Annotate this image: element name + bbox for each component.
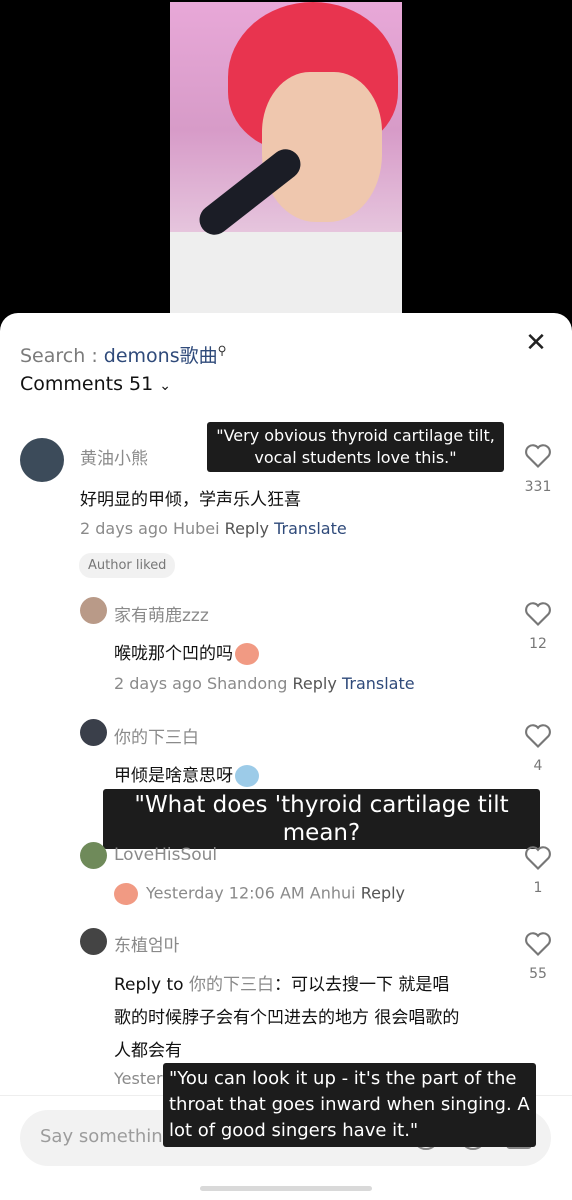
search-query[interactable]: demons歌曲 xyxy=(104,345,218,367)
reply-button[interactable]: Reply xyxy=(225,519,269,538)
like-count: 1 xyxy=(533,880,543,896)
video-subject-shirt xyxy=(170,232,402,322)
comment-input[interactable]: Say something xyxy=(40,1126,174,1147)
emoji-icon xyxy=(235,765,259,787)
comment-username[interactable]: 黄油小熊 xyxy=(80,444,148,469)
video-player[interactable] xyxy=(170,2,402,322)
search-suggestion[interactable]: Search : demons歌曲⚲ xyxy=(20,341,226,368)
comment-text-line1: ：可以去搜一下 就是唱 xyxy=(273,975,450,995)
emoji-icon xyxy=(114,883,138,905)
comment-username[interactable]: 东植엄마 xyxy=(114,931,179,956)
close-icon[interactable]: ✕ xyxy=(524,330,548,356)
comment-text-content: 甲倾是啥意思呀 xyxy=(114,766,233,786)
translation-caption: "You can look it up - it's the part of t… xyxy=(163,1063,536,1147)
comment-username[interactable]: 家有萌鹿zzz xyxy=(114,601,209,626)
heart-icon[interactable] xyxy=(524,443,552,469)
comments-sheet: Search : demons歌曲⚲ ✕ Comments 51 ⌄ 黄油小熊 … xyxy=(0,313,572,1200)
comment-text-content: 喉咙那个凹的吗 xyxy=(114,644,233,664)
heart-icon[interactable] xyxy=(524,931,552,957)
comment-meta: 2 days ago Shandong Reply Translate xyxy=(114,674,415,693)
translation-caption: "What does 'thyroid cartilage tilt mean? xyxy=(103,789,540,849)
avatar[interactable] xyxy=(80,928,107,955)
search-prefix: Search : xyxy=(20,345,104,367)
comments-count[interactable]: Comments 51 ⌄ xyxy=(20,373,171,395)
comment-text-line3: 人都会有 xyxy=(114,1041,182,1061)
chevron-down-icon: ⌄ xyxy=(159,378,171,394)
comment-time: 2 days ago Shandong xyxy=(114,674,288,693)
avatar[interactable] xyxy=(80,842,107,869)
like-count: 55 xyxy=(529,966,547,982)
comment-meta: 2 days ago Hubei Reply Translate xyxy=(80,519,347,538)
comment-text: 甲倾是啥意思呀 xyxy=(114,761,259,787)
heart-icon[interactable] xyxy=(524,723,552,749)
video-subject-face xyxy=(262,72,382,222)
author-liked-badge: Author liked xyxy=(79,553,176,578)
comment-text-line2: 歌的时候脖子会有个凹进去的地方 很会唱歌的 xyxy=(114,1008,460,1028)
comment-text: 好明显的甲倾，学声乐人狂喜 xyxy=(80,490,301,510)
emoji-icon xyxy=(235,643,259,665)
reply-to-label: Reply to xyxy=(114,975,184,995)
comment-text: Reply to 你的下三白：可以去搜一下 就是唱 xyxy=(114,970,449,995)
home-indicator[interactable] xyxy=(200,1186,372,1191)
comments-count-label: Comments 51 xyxy=(20,373,154,395)
like-count: 331 xyxy=(524,479,552,495)
comment-time: Yesterday 12:06 AM Anhui xyxy=(146,883,356,903)
reply-button[interactable]: Reply xyxy=(361,884,405,903)
comment-username[interactable]: 你的下三白 xyxy=(114,723,199,748)
comment-time: Yester xyxy=(114,1069,163,1088)
translation-caption: "Very obvious thyroid cartilage tilt, vo… xyxy=(207,422,504,472)
reply-button[interactable]: Reply xyxy=(293,674,337,693)
comment-text: 喉咙那个凹的吗 xyxy=(114,639,259,665)
like-count: 12 xyxy=(529,636,547,652)
comment-meta: Yesterday 12:06 AM Anhui Reply xyxy=(114,883,405,905)
comment-username[interactable]: LoveHisSoul xyxy=(114,845,217,865)
heart-icon[interactable] xyxy=(524,601,552,627)
translate-button[interactable]: Translate xyxy=(342,674,415,693)
avatar[interactable] xyxy=(80,719,107,746)
avatar[interactable] xyxy=(20,438,64,482)
search-icon: ⚲ xyxy=(217,343,227,358)
translate-button[interactable]: Translate xyxy=(274,519,347,538)
reply-to-user[interactable]: 你的下三白 xyxy=(189,975,274,995)
comment-time: 2 days ago Hubei xyxy=(80,519,220,538)
like-count: 4 xyxy=(533,758,543,774)
avatar[interactable] xyxy=(80,597,107,624)
heart-icon[interactable] xyxy=(524,845,552,871)
